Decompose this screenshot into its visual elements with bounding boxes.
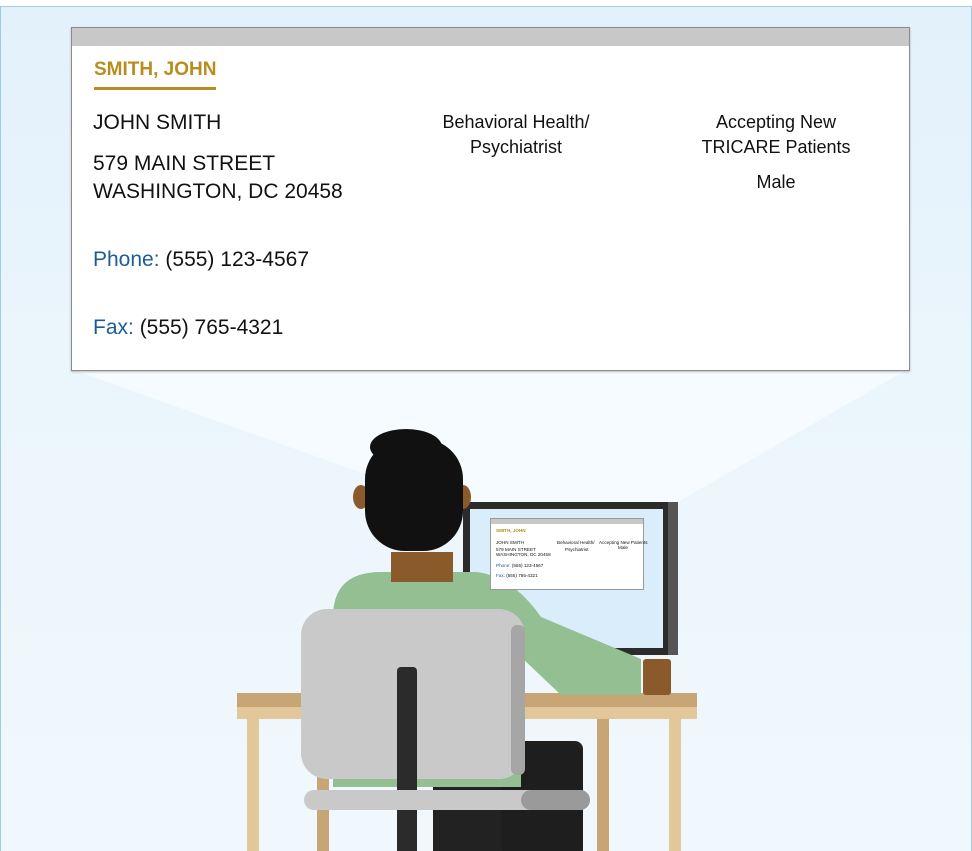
monitor-screen-card: SMITH, JOHN JOHN SMITH 579 MAIN STREET W…: [490, 518, 648, 590]
mini-card-fax: (555) 765-4321: [506, 573, 538, 578]
status-line-2: TRICARE Patients: [701, 137, 851, 157]
address-line-1: 579 MAIN STREET: [93, 152, 276, 175]
provider-title: SMITH, JOHN: [94, 59, 217, 90]
provider-card: SMITH, JOHN JOHN SMITH 579 MAIN STREET W…: [71, 27, 910, 371]
status-line-1: Accepting New: [715, 112, 837, 132]
mini-card-title: SMITH, JOHN: [496, 528, 526, 533]
mini-card-phone-label: Phone:: [496, 563, 511, 568]
status-column: Accepting New TRICARE Patients Male: [666, 110, 886, 195]
specialty-line-1: Behavioral Health/: [442, 112, 590, 132]
gender: Male: [756, 172, 796, 192]
mini-card-specialty-2: Psychiatrist: [565, 547, 589, 552]
fax-label: Fax:: [93, 316, 134, 339]
head: [353, 429, 471, 551]
mini-card-topbar: [491, 519, 643, 524]
address-line-2: WASHINGTON, DC 20458: [93, 180, 343, 203]
mini-card-address-2: WASHINGTON, DC 20458: [496, 552, 551, 557]
phone-row: Phone: (555) 123-4567: [93, 246, 309, 274]
mini-card-fax-label: Fax:: [496, 573, 505, 578]
provider-name: JOHN SMITH: [93, 111, 222, 134]
mini-card-gender: Male: [618, 545, 628, 550]
mini-card-specialty-1: Behavioral Health/: [557, 540, 595, 545]
illustration-frame: SMITH, JOHN JOHN SMITH 579 MAIN STREET W…: [0, 6, 972, 851]
phone-value: (555) 123-4567: [165, 248, 310, 271]
fax-value: (555) 765-4321: [139, 316, 284, 339]
specialty-line-2: Psychiatrist: [469, 137, 563, 157]
phone-label: Phone:: [93, 248, 160, 271]
card-top-bar: [72, 28, 909, 46]
mini-card-phone: (555) 123-4567: [511, 563, 544, 568]
fax-row: Fax: (555) 765-4321: [93, 314, 283, 342]
mini-card-name: JOHN SMITH: [496, 540, 525, 545]
specialty: Behavioral Health/ Psychiatrist: [416, 110, 616, 160]
